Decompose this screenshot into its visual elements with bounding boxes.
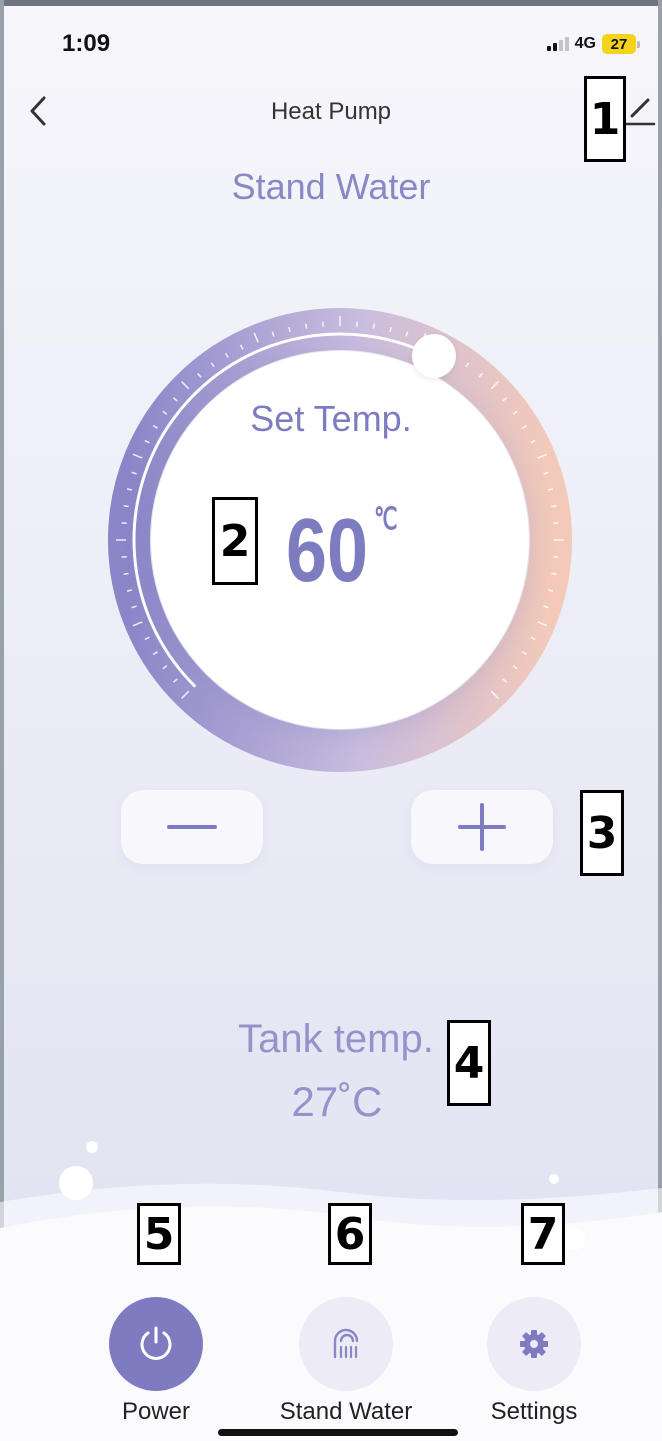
- edit-button[interactable]: [624, 94, 656, 128]
- home-indicator: [218, 1429, 458, 1436]
- shower-icon: [333, 1328, 359, 1359]
- decorative-bubble: [563, 1228, 585, 1250]
- annotation-badge: 1: [584, 76, 626, 162]
- gear-icon: [520, 1330, 548, 1358]
- screenshot-frame-top: [0, 0, 662, 6]
- status-time: 1:09: [62, 30, 111, 57]
- battery-level: 27: [602, 34, 636, 54]
- tank-temp-label: Tank temp.: [238, 1017, 434, 1061]
- annotation-badge: 6: [328, 1203, 372, 1265]
- network-type: 4G: [574, 35, 596, 52]
- decorative-bubble: [59, 1166, 93, 1200]
- page-title: Heat Pump: [270, 98, 392, 125]
- decorative-bubble: [549, 1174, 559, 1184]
- stand-water-button[interactable]: [299, 1297, 393, 1391]
- set-temp-value: 60: [286, 501, 369, 601]
- set-temp-unit: ℃: [374, 503, 398, 536]
- pencil-icon: [624, 98, 656, 126]
- set-temp-label: Set Temp.: [250, 398, 412, 439]
- battery-icon: 27: [602, 34, 640, 54]
- annotation-badge: 4: [447, 1020, 491, 1106]
- dial-tick: [372, 323, 375, 329]
- settings-button[interactable]: [487, 1297, 581, 1391]
- dial-tick: [551, 505, 557, 508]
- power-label: Power: [121, 1398, 191, 1425]
- signal-icon: [546, 37, 569, 51]
- annotation-badge: 5: [137, 1203, 181, 1265]
- minus-icon: [167, 825, 217, 829]
- increase-temp-button[interactable]: [411, 790, 553, 864]
- annotation-badge: 3: [580, 790, 624, 876]
- stand-water-label: Stand Water: [279, 1398, 413, 1425]
- dial-tick: [123, 505, 129, 508]
- power-button[interactable]: [109, 1297, 203, 1391]
- settings-label: Settings: [490, 1398, 578, 1425]
- dial-tick: [305, 323, 308, 329]
- decrease-temp-button[interactable]: [121, 790, 263, 864]
- plus-icon: [458, 803, 506, 851]
- dial-knob[interactable]: [411, 334, 456, 379]
- dial-tick: [123, 572, 129, 575]
- decorative-wave: [0, 1183, 662, 1441]
- decorative-bubble: [86, 1141, 98, 1153]
- annotation-badge: 7: [521, 1203, 565, 1265]
- mode-title: Stand Water: [231, 166, 431, 207]
- power-icon: [140, 1326, 172, 1360]
- dial-tick: [551, 572, 557, 575]
- annotation-badge: 2: [212, 497, 258, 585]
- status-indicators: 4G 27: [546, 34, 640, 54]
- tank-temp-value: 27˚C: [291, 1078, 383, 1125]
